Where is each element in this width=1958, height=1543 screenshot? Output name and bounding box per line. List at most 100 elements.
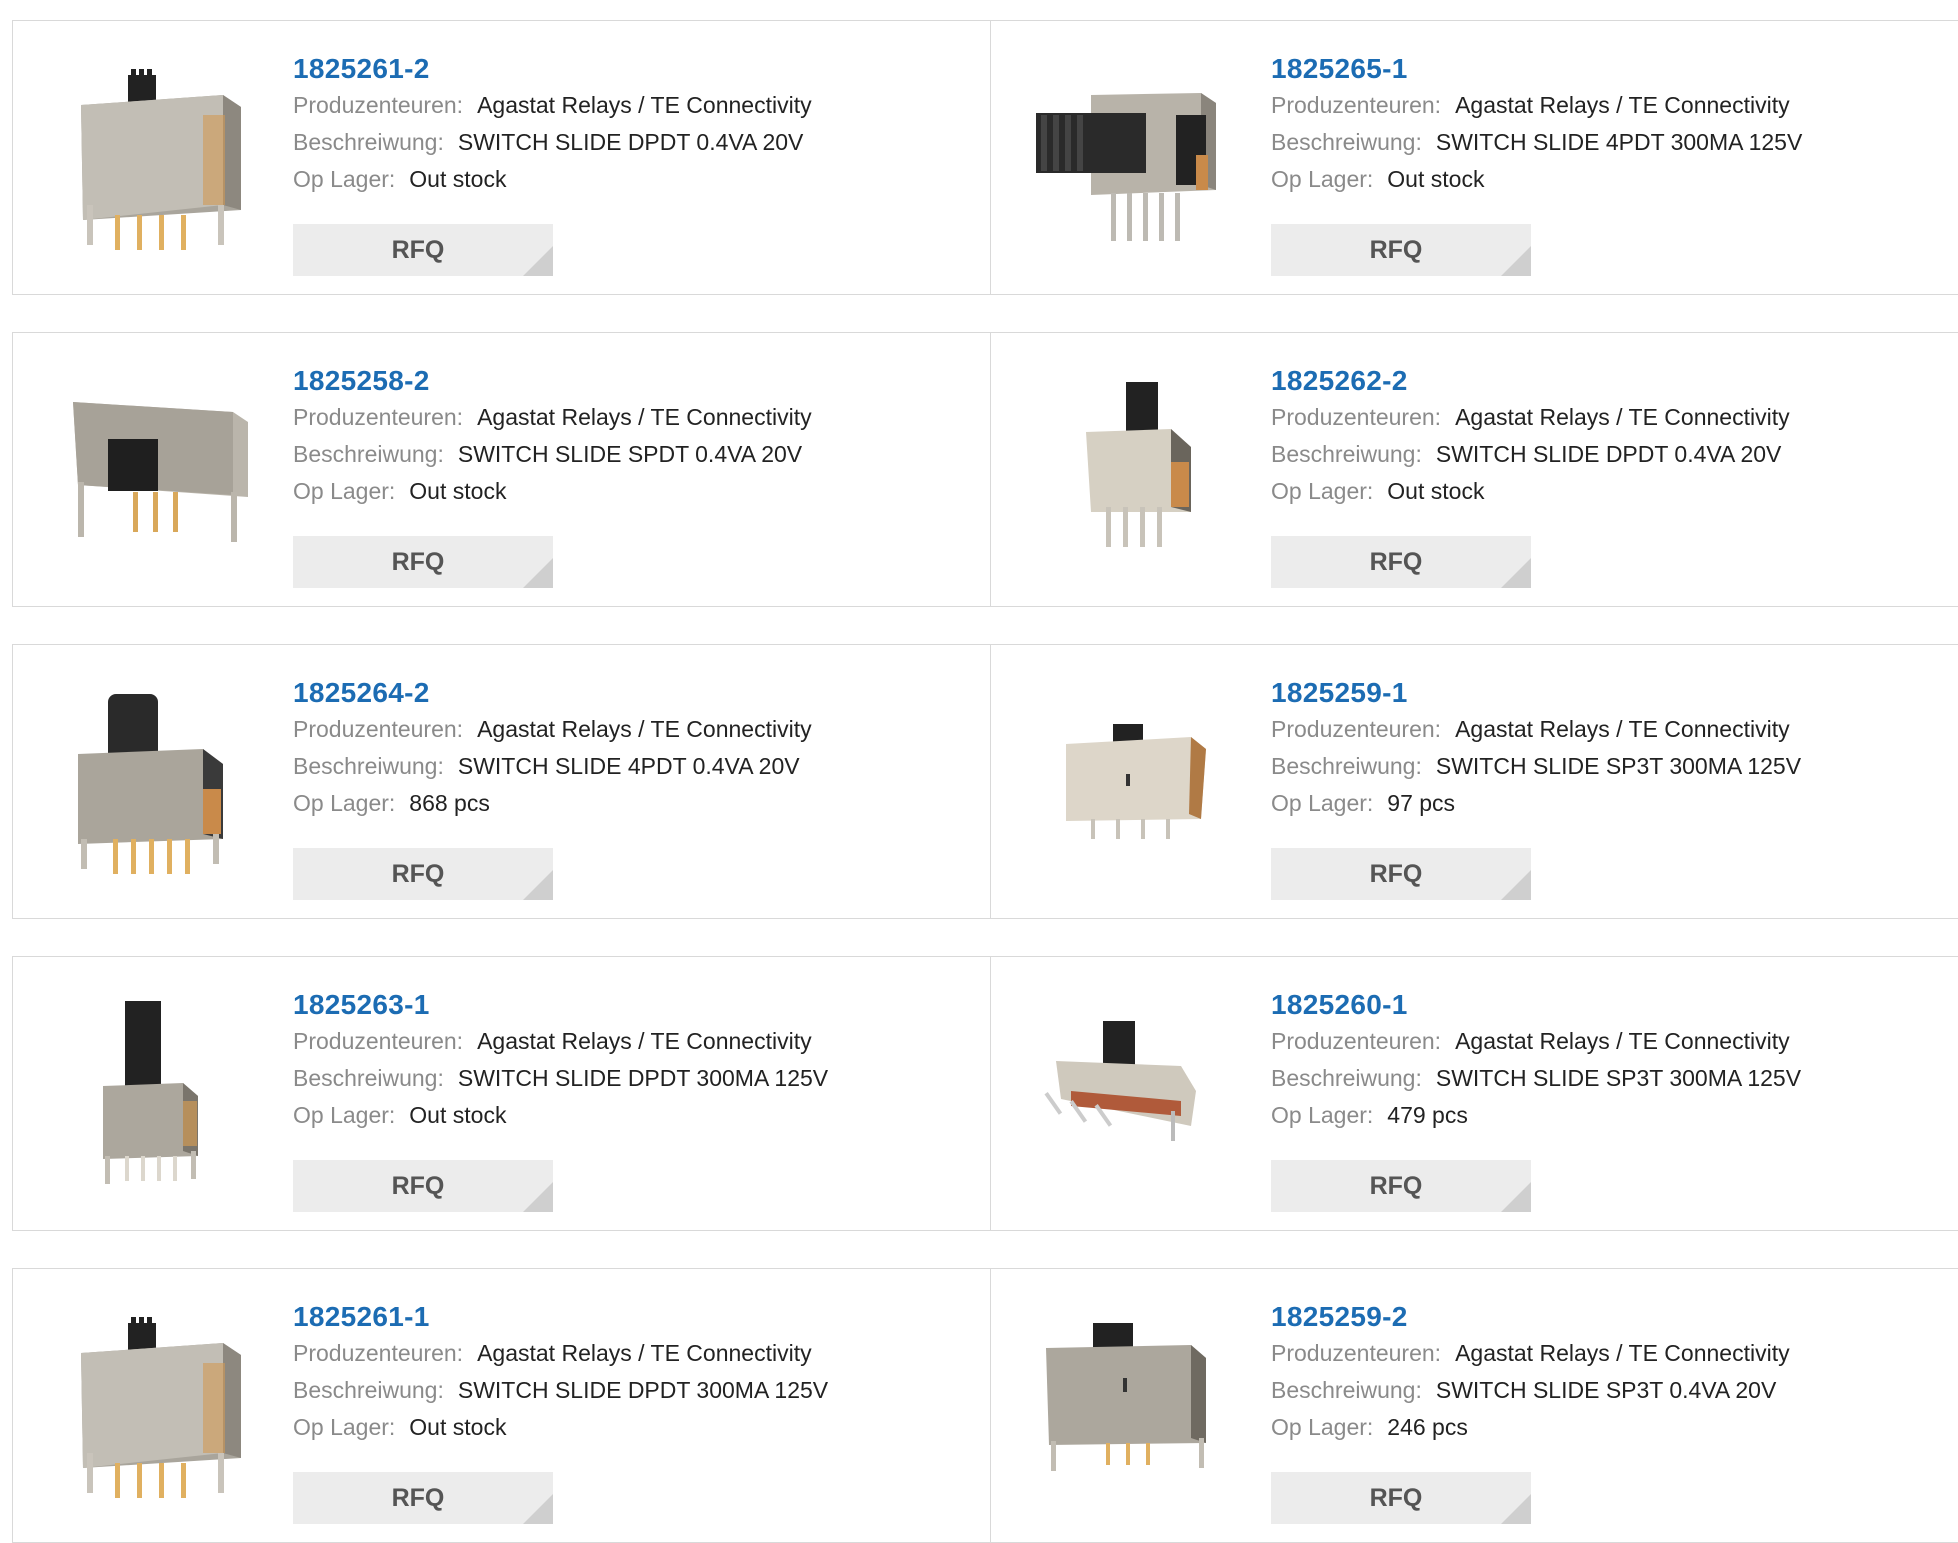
description-value: SWITCH SLIDE SP3T 0.4VA 20V xyxy=(1435,1377,1777,1403)
rfq-label: RFQ xyxy=(1369,236,1423,264)
corner-fold-icon xyxy=(523,1182,553,1212)
manufacturer-value: Agastat Relays / TE Connectivity xyxy=(477,1028,812,1054)
part-number-link[interactable]: 1825265-1 xyxy=(1271,51,1948,87)
rfq-label: RFQ xyxy=(391,236,445,264)
product-row: 1825264-2 Produzenteuren: Agastat Relays … xyxy=(12,644,1958,919)
corner-fold-icon xyxy=(523,246,553,276)
product-card: 1825264-2 Produzenteuren: Agastat Relays … xyxy=(12,644,991,919)
description-label: Beschreiwung: xyxy=(1271,753,1422,779)
product-info: 1825262-2 Produzenteuren: Agastat Relays … xyxy=(1271,363,1948,510)
manufacturer-label: Produzenteuren: xyxy=(293,404,464,430)
part-number-link[interactable]: 1825259-2 xyxy=(1271,1299,1948,1335)
rfq-button[interactable]: RFQ xyxy=(1271,848,1531,900)
stock-row: Op Lager: Out stock xyxy=(293,473,970,510)
description-row: Beschreiwung: SWITCH SLIDE SP3T 0.4VA 20V xyxy=(1271,1372,1948,1409)
description-value: SWITCH SLIDE SP3T 300MA 125V xyxy=(1435,1065,1802,1091)
description-label: Beschreiwung: xyxy=(293,129,444,155)
part-number-link[interactable]: 1825263-1 xyxy=(293,987,970,1023)
product-image[interactable] xyxy=(53,991,253,1191)
rfq-button[interactable]: RFQ xyxy=(1271,536,1531,588)
rfq-button[interactable]: RFQ xyxy=(1271,1472,1531,1524)
part-number-link[interactable]: 1825260-1 xyxy=(1271,987,1948,1023)
manufacturer-value: Agastat Relays / TE Connectivity xyxy=(1455,716,1790,742)
description-label: Beschreiwung: xyxy=(293,441,444,467)
rfq-button[interactable]: RFQ xyxy=(293,1160,553,1212)
part-number-link[interactable]: 1825261-1 xyxy=(293,1299,970,1335)
product-image[interactable] xyxy=(1031,55,1231,255)
description-label: Beschreiwung: xyxy=(293,1065,444,1091)
part-number-link[interactable]: 1825262-2 xyxy=(1271,363,1948,399)
description-value: SWITCH SLIDE 4PDT 300MA 125V xyxy=(1435,129,1803,155)
stock-value: Out stock xyxy=(409,1414,507,1440)
stock-label: Op Lager: xyxy=(1271,166,1374,192)
manufacturer-row: Produzenteuren: Agastat Relays / TE Conne… xyxy=(1271,399,1948,436)
stock-row: Op Lager: Out stock xyxy=(1271,161,1948,198)
product-info: 1825259-2 Produzenteuren: Agastat Relays … xyxy=(1271,1299,1948,1446)
part-number-link[interactable]: 1825264-2 xyxy=(293,675,970,711)
manufacturer-label: Produzenteuren: xyxy=(1271,1028,1442,1054)
manufacturer-value: Agastat Relays / TE Connectivity xyxy=(1455,1340,1790,1366)
product-info: 1825263-1 Produzenteuren: Agastat Relays … xyxy=(293,987,970,1134)
description-row: Beschreiwung: SWITCH SLIDE DPDT 300MA 125… xyxy=(293,1372,970,1409)
manufacturer-label: Produzenteuren: xyxy=(1271,1340,1442,1366)
product-card: 1825261-1 Produzenteuren: Agastat Relays … xyxy=(12,1268,991,1543)
stock-label: Op Lager: xyxy=(293,478,396,504)
stock-row: Op Lager: 246 pcs xyxy=(1271,1409,1948,1446)
product-image[interactable] xyxy=(53,367,253,567)
description-row: Beschreiwung: SWITCH SLIDE DPDT 0.4VA 20V xyxy=(293,124,970,161)
stock-label: Op Lager: xyxy=(293,1102,396,1128)
manufacturer-value: Agastat Relays / TE Connectivity xyxy=(477,1340,812,1366)
product-image[interactable] xyxy=(1031,367,1231,567)
description-row: Beschreiwung: SWITCH SLIDE 4PDT 300MA 125… xyxy=(1271,124,1948,161)
rfq-button[interactable]: RFQ xyxy=(293,1472,553,1524)
manufacturer-label: Produzenteuren: xyxy=(293,1028,464,1054)
rfq-label: RFQ xyxy=(391,860,445,888)
manufacturer-row: Produzenteuren: Agastat Relays / TE Conne… xyxy=(1271,711,1948,748)
description-value: SWITCH SLIDE DPDT 0.4VA 20V xyxy=(1435,441,1782,467)
description-label: Beschreiwung: xyxy=(293,1377,444,1403)
description-row: Beschreiwung: SWITCH SLIDE DPDT 0.4VA 20V xyxy=(1271,436,1948,473)
manufacturer-label: Produzenteuren: xyxy=(293,716,464,742)
product-grid: 1825261-2 Produzenteuren: Agastat Relays … xyxy=(0,0,1958,1543)
manufacturer-label: Produzenteuren: xyxy=(293,92,464,118)
description-row: Beschreiwung: SWITCH SLIDE SP3T 300MA 125… xyxy=(1271,1060,1948,1097)
rfq-label: RFQ xyxy=(391,548,445,576)
description-value: SWITCH SLIDE SPDT 0.4VA 20V xyxy=(457,441,803,467)
stock-row: Op Lager: 868 pcs xyxy=(293,785,970,822)
product-row: 1825261-2 Produzenteuren: Agastat Relays … xyxy=(12,20,1958,295)
manufacturer-label: Produzenteuren: xyxy=(1271,716,1442,742)
product-image[interactable] xyxy=(53,55,253,255)
product-image[interactable] xyxy=(1031,991,1231,1191)
corner-fold-icon xyxy=(523,1494,553,1524)
product-card: 1825260-1 Produzenteuren: Agastat Relays … xyxy=(990,956,1958,1231)
rfq-button[interactable]: RFQ xyxy=(293,224,553,276)
part-number-link[interactable]: 1825261-2 xyxy=(293,51,970,87)
stock-row: Op Lager: Out stock xyxy=(293,1097,970,1134)
stock-label: Op Lager: xyxy=(1271,1102,1374,1128)
product-image[interactable] xyxy=(53,679,253,879)
part-number-link[interactable]: 1825259-1 xyxy=(1271,675,1948,711)
rfq-label: RFQ xyxy=(1369,1172,1423,1200)
stock-value: Out stock xyxy=(1387,478,1485,504)
product-image[interactable] xyxy=(1031,1303,1231,1503)
rfq-label: RFQ xyxy=(1369,860,1423,888)
manufacturer-row: Produzenteuren: Agastat Relays / TE Conne… xyxy=(293,711,970,748)
description-row: Beschreiwung: SWITCH SLIDE DPDT 300MA 125… xyxy=(293,1060,970,1097)
stock-value: Out stock xyxy=(409,478,507,504)
product-info: 1825261-1 Produzenteuren: Agastat Relays … xyxy=(293,1299,970,1446)
manufacturer-value: Agastat Relays / TE Connectivity xyxy=(1455,92,1790,118)
manufacturer-value: Agastat Relays / TE Connectivity xyxy=(477,404,812,430)
stock-value: 246 pcs xyxy=(1387,1414,1468,1440)
rfq-button[interactable]: RFQ xyxy=(293,536,553,588)
stock-label: Op Lager: xyxy=(1271,790,1374,816)
rfq-button[interactable]: RFQ xyxy=(293,848,553,900)
description-row: Beschreiwung: SWITCH SLIDE SPDT 0.4VA 20V xyxy=(293,436,970,473)
rfq-button[interactable]: RFQ xyxy=(1271,1160,1531,1212)
rfq-button[interactable]: RFQ xyxy=(1271,224,1531,276)
product-image[interactable] xyxy=(1031,679,1231,879)
stock-label: Op Lager: xyxy=(293,1414,396,1440)
product-card: 1825258-2 Produzenteuren: Agastat Relays … xyxy=(12,332,991,607)
stock-value: Out stock xyxy=(1387,166,1485,192)
product-image[interactable] xyxy=(53,1303,253,1503)
part-number-link[interactable]: 1825258-2 xyxy=(293,363,970,399)
